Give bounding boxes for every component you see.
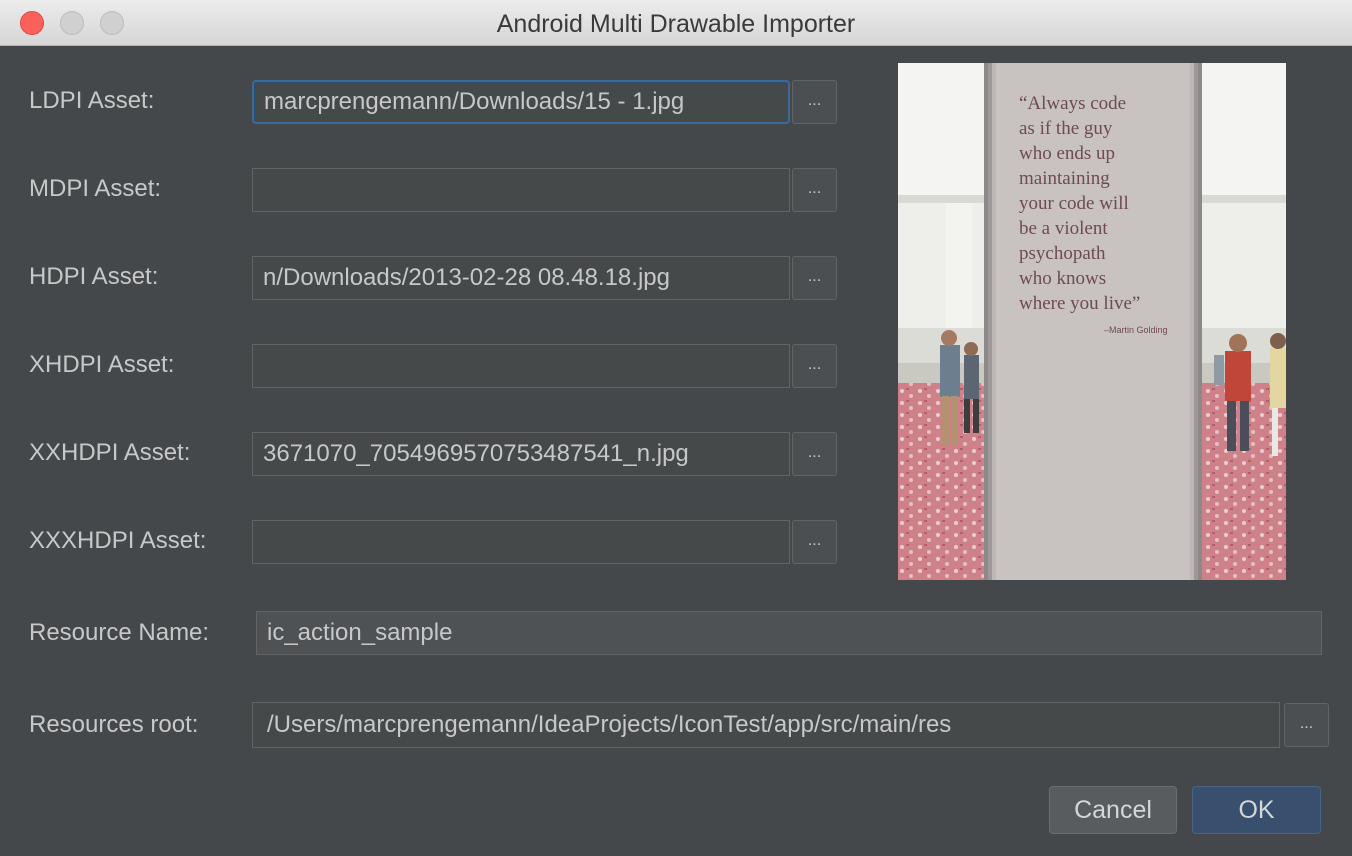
preview-quote-line: your code will [1019,193,1129,214]
mdpi-label: MDPI Asset: [29,175,162,202]
preview-quote-line: “Always code [1019,93,1126,114]
xxxhdpi-browse-button[interactable]: ... [792,520,837,564]
ldpi-browse-button[interactable]: ... [792,80,837,124]
xhdpi-label: XHDPI Asset: [29,351,175,378]
hdpi-asset-field[interactable]: n/Downloads/2013-02-28 08.48.18.jpg [252,256,790,300]
xxhdpi-label: XXHDPI Asset: [29,439,191,466]
hdpi-browse-button[interactable]: ... [792,256,837,300]
xxxhdpi-label: XXXHDPI Asset: [29,527,207,554]
preview-quote-line: be a violent [1019,218,1108,239]
preview-quote-line: as if the guy [1019,118,1113,139]
resource-name-label: Resource Name: [29,619,210,646]
preview-quote-attribution: –Martin Golding [1104,325,1168,335]
ldpi-asset-field[interactable]: marcprengemann/Downloads/15 - 1.jpg [252,80,790,124]
cancel-button[interactable]: Cancel [1049,786,1177,834]
mdpi-browse-button[interactable]: ... [792,168,837,212]
title-bar: Android Multi Drawable Importer [0,0,1352,46]
xxhdpi-browse-button[interactable]: ... [792,432,837,476]
preview-quote-line: psychopath [1019,243,1106,264]
xhdpi-asset-field[interactable] [252,344,790,388]
window-title: Android Multi Drawable Importer [496,10,856,38]
resources-root-field[interactable]: /Users/marcprengemann/IdeaProjects/IconT… [252,702,1280,748]
xhdpi-browse-button[interactable]: ... [792,344,837,388]
asset-preview-image: “Always code as if the guy who ends up m… [898,63,1286,580]
xxhdpi-asset-field[interactable]: 3671070_705496957075348754​1_n.jpg [252,432,790,476]
dialog-window: Android Multi Drawable Importer LDPI Ass… [0,0,1352,856]
preview-quote-line: where you live” [1019,293,1140,314]
resource-name-field[interactable]: ic_action_sample [256,611,1322,655]
preview-quote-line: maintaining [1019,168,1110,189]
xxxhdpi-asset-field[interactable] [252,520,790,564]
preview-quote-line: who ends up [1019,143,1115,164]
preview-quote-line: who knows [1019,268,1106,289]
hdpi-label: HDPI Asset: [29,263,159,290]
resources-root-browse-button[interactable]: ... [1284,703,1329,747]
ok-button[interactable]: OK [1192,786,1321,834]
mdpi-asset-field[interactable] [252,168,790,212]
resources-root-label: Resources root: [29,711,199,738]
ldpi-label: LDPI Asset: [29,87,155,114]
